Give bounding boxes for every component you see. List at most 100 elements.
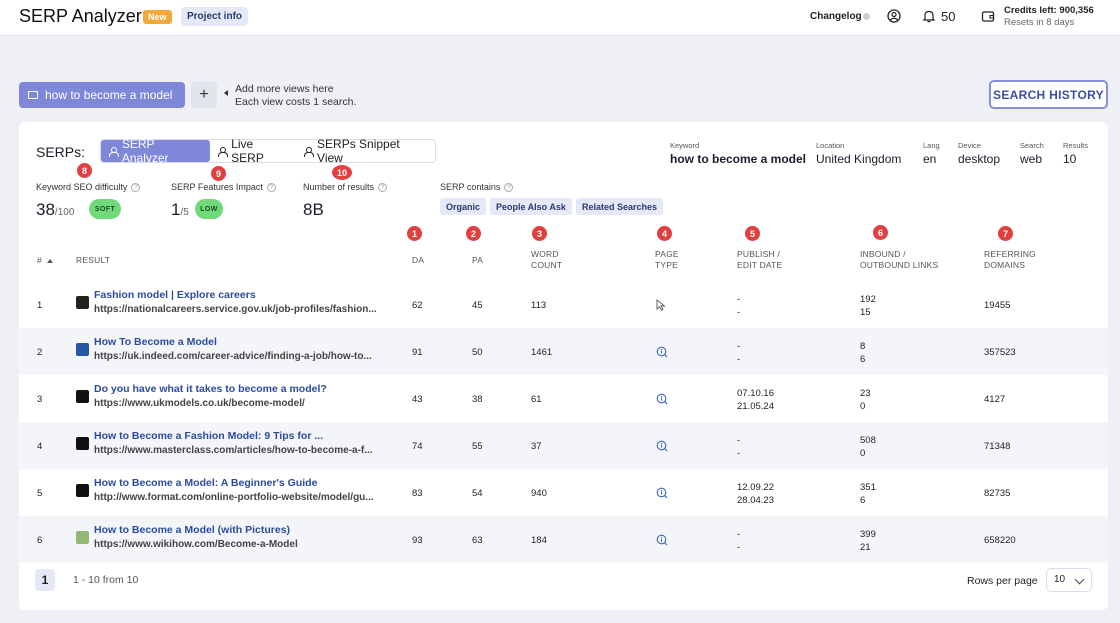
result-url[interactable]: https://nationalcareers.service.gov.uk/j… — [94, 304, 394, 315]
marker-10: 10 — [332, 165, 352, 180]
chevron-down-icon — [1074, 574, 1085, 585]
row-dates: -- — [737, 340, 740, 366]
info-search-icon[interactable] — [656, 486, 668, 504]
row-publish-date: 12.09.22 — [737, 482, 774, 493]
info-search-icon[interactable] — [656, 533, 668, 551]
row-rank: 4 — [37, 441, 43, 452]
new-badge: New — [143, 10, 172, 24]
help-icon[interactable]: ? — [266, 182, 276, 192]
row-referring-domains: 658220 — [984, 535, 1016, 546]
project-info-button[interactable]: Project info — [181, 7, 249, 26]
result-url[interactable]: https://uk.indeed.com/career-advice/find… — [94, 351, 394, 362]
row-inbound: 192 — [860, 294, 876, 305]
col-word-count-line2: COUNT — [531, 260, 563, 270]
row-edit-date: - — [737, 542, 741, 553]
row-dates: -- — [737, 528, 740, 554]
row-da: 62 — [412, 300, 423, 311]
info-search-icon[interactable] — [656, 392, 668, 410]
row-da: 43 — [412, 394, 423, 405]
kd-label-text: Keyword SEO difficulty — [36, 182, 128, 192]
row-dates: 07.10.16 21.05.24 — [737, 387, 774, 413]
col-rank[interactable]: # — [37, 255, 53, 266]
lang-label: Lang — [923, 141, 940, 150]
row-publish-date: - — [737, 435, 741, 446]
row-word-count: 184 — [531, 535, 547, 546]
app-title: SERP Analyzer — [19, 6, 142, 26]
help-icon[interactable]: ? — [131, 182, 141, 192]
row-rank: 1 — [37, 300, 43, 311]
help-icon[interactable]: ? — [504, 182, 514, 192]
result-url[interactable]: https://www.ukmodels.co.uk/become-model/ — [94, 398, 394, 409]
nr-label: Number of results? — [303, 182, 388, 192]
hint-line-2: Each view costs 1 search. — [235, 96, 357, 108]
row-publish-date: - — [737, 341, 741, 352]
search-history-button[interactable]: SEARCH HISTORY — [989, 80, 1108, 109]
mode-label: SERPs Snippet View — [317, 137, 400, 165]
col-date[interactable]: PUBLISH / EDIT DATE — [737, 249, 782, 271]
mode-live-serp[interactable]: Live SERP — [210, 137, 296, 165]
sfi-max: /5 — [180, 207, 189, 218]
col-links[interactable]: INBOUND / OUTBOUND LINKS — [860, 249, 938, 271]
result-url[interactable]: http://www.format.com/online-portfolio-w… — [94, 492, 394, 503]
add-view-button[interactable]: + — [191, 82, 217, 108]
result-title-link[interactable]: Do you have what it takes to become a mo… — [94, 383, 327, 395]
result-title-link[interactable]: How to Become a Model: A Beginner's Guid… — [94, 477, 317, 489]
row-edit-date: 21.05.24 — [737, 401, 774, 412]
sfi-label: SERP Features Impact? — [171, 182, 276, 192]
sfi-label-text: SERP Features Impact — [171, 182, 263, 192]
col-referring-domains[interactable]: REFERRING DOMAINS — [984, 249, 1036, 271]
result-url[interactable]: https://www.masterclass.com/articles/how… — [94, 445, 394, 456]
row-pa: 38 — [472, 394, 483, 405]
row-outbound: 6 — [860, 354, 866, 365]
row-inbound: 8 — [860, 341, 866, 352]
result-url[interactable]: https://www.wikihow.com/Become-a-Model — [94, 539, 394, 550]
mode-snippet-view[interactable]: SERPs Snippet View — [296, 137, 435, 165]
person-icon — [304, 146, 314, 157]
arrow-left-icon — [224, 90, 228, 96]
help-icon[interactable]: ? — [378, 182, 388, 192]
location-label: Location — [816, 141, 845, 150]
row-links: 23 0 — [860, 387, 871, 413]
device-value: desktop — [958, 152, 1001, 166]
result-title-link[interactable]: How to Become a Model (with Pictures) — [94, 524, 290, 536]
credits-left: Credits left: 900,356 — [1004, 5, 1094, 16]
col-pa[interactable]: PA — [472, 255, 483, 266]
bell-icon[interactable] — [922, 9, 936, 23]
result-title-link[interactable]: Fashion model | Explore careers — [94, 289, 256, 301]
row-da: 74 — [412, 441, 423, 452]
result-title-link[interactable]: How to Become a Fashion Model: 9 Tips fo… — [94, 430, 323, 442]
device-label: Device — [958, 141, 981, 150]
hint-line-1: Add more views here — [235, 83, 334, 95]
col-word-count[interactable]: WORD COUNT — [531, 249, 562, 271]
row-publish-date: 07.10.16 — [737, 388, 774, 399]
serp-card: SERPs: SERP Analyzer Live SERP SERPs Sni… — [19, 122, 1108, 610]
page-1-button[interactable]: 1 — [35, 569, 55, 591]
monitor-icon — [28, 91, 38, 99]
row-edit-date: - — [737, 448, 741, 459]
results-value: 10 — [1063, 152, 1077, 166]
view-tab-active[interactable]: how to become a model — [19, 82, 185, 108]
result-title-link[interactable]: How To Become a Model — [94, 336, 217, 348]
changelog-link[interactable]: Changelog — [810, 11, 862, 22]
col-da[interactable]: DA — [412, 255, 424, 266]
cursor-icon[interactable] — [656, 298, 666, 316]
row-rank: 3 — [37, 394, 43, 405]
view-tab-label: how to become a model — [45, 88, 173, 102]
mode-serp-analyzer[interactable]: SERP Analyzer — [101, 137, 211, 165]
marker-8: 8 — [77, 163, 92, 178]
rows-per-page-label: Rows per page — [967, 575, 1038, 587]
info-search-icon[interactable] — [656, 439, 668, 457]
row-edit-date: - — [737, 307, 741, 318]
rows-per-page-select[interactable]: 10 — [1046, 568, 1092, 592]
marker-1: 1 — [407, 226, 422, 241]
row-edit-date: - — [737, 354, 741, 365]
wallet-icon — [981, 11, 995, 22]
user-icon[interactable] — [887, 9, 901, 23]
info-search-icon[interactable] — [656, 345, 668, 363]
site-favicon-icon — [76, 437, 89, 450]
chip-organic: Organic — [440, 198, 487, 215]
keyword-label: Keyword — [670, 141, 700, 150]
chip-people-also-ask: People Also Ask — [490, 198, 572, 215]
col-page-type[interactable]: PAGE TYPE — [655, 249, 679, 271]
contains-label-text: SERP contains — [440, 182, 501, 192]
